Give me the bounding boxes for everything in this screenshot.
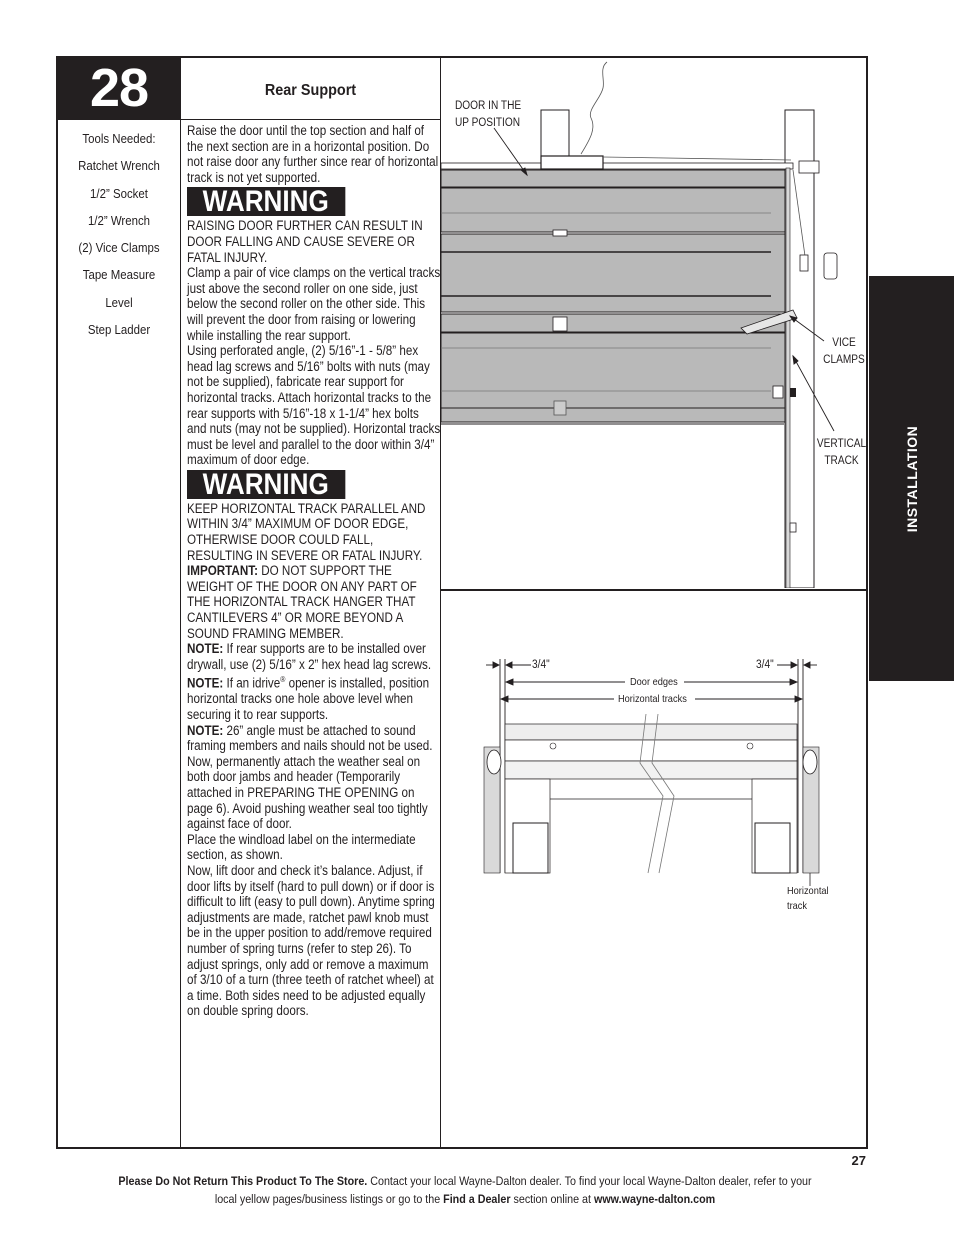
- door-up-illustration: [441, 61, 838, 588]
- warning-label-2: WARNING: [202, 467, 329, 501]
- spring-shaft: [441, 162, 794, 170]
- note-label: NOTE:: [187, 641, 224, 657]
- note-paragraph: NOTE: 26” angle must be attached to soun…: [187, 723, 441, 754]
- label-tag: [798, 160, 820, 174]
- hinge: [552, 229, 568, 237]
- intro-paragraph: Raise the door until the top section and…: [187, 123, 439, 185]
- track-bracket: [789, 522, 797, 533]
- tool-item: Step Ladder: [87, 322, 151, 338]
- bracket: [823, 252, 838, 280]
- step-number: 28: [58, 58, 180, 119]
- dim-label-left: 3/4": [532, 659, 550, 671]
- tool-item: Ratchet Wrench: [78, 158, 160, 174]
- tool-item: (2) Vice Clamps: [78, 240, 160, 256]
- find-dealer-text: Find a Dealer: [443, 1192, 511, 1206]
- warning-banner-2: WARNING: [187, 467, 346, 501]
- track-bracket: [790, 388, 796, 397]
- warning-text-1: RAISING DOOR FURTHER CAN RESULT IN DOOR …: [187, 218, 423, 265]
- tools-heading: Tools Needed:: [82, 131, 156, 146]
- cable: [602, 156, 792, 161]
- label-vice-clamps: VICE CLAMPS: [823, 337, 865, 366]
- important-paragraph: IMPORTANT: DO NOT SUPPORT THE WEIGHT OF …: [187, 563, 441, 641]
- opener-cord: [580, 61, 608, 155]
- cable-drum: [799, 254, 809, 272]
- door-section: [441, 233, 786, 313]
- tool-item: 1/2” Wrench: [87, 212, 151, 228]
- section-tab-label: INSTALLATION: [903, 425, 920, 532]
- important-label: IMPORTANT:: [187, 563, 258, 579]
- header-divider: [57, 119, 441, 120]
- horizontal-tracks-label: Horizontal tracks: [618, 693, 687, 705]
- note-text: If an idrive: [223, 675, 281, 691]
- note-paragraph: NOTE: If an idrive® opener is installed,…: [187, 672, 441, 722]
- door-section: [441, 187, 786, 233]
- weather-seal-paragraph: Now, permanently attach the weather seal…: [187, 753, 428, 832]
- warning-text-2: KEEP HORIZONTAL TRACK PARALLEL AND WITHI…: [187, 500, 426, 563]
- clamp-paragraph: Clamp a pair of vice clamps on the verti…: [187, 265, 441, 343]
- roller: [486, 749, 502, 775]
- note-label: NOTE:: [187, 722, 224, 738]
- label-door-up-position: DOOR IN THE UP POSITION: [455, 100, 522, 129]
- windload-label: [772, 385, 784, 399]
- footer: Please Do Not Return This Product To The…: [60, 1172, 870, 1208]
- footer-text: section online at: [510, 1192, 594, 1206]
- door-section: [441, 313, 786, 333]
- tool-item: Tape Measure: [82, 267, 156, 283]
- balance-paragraph: Now, lift door and check it’s balance. A…: [187, 863, 435, 1019]
- hinge: [553, 400, 567, 416]
- door-section: [441, 332, 786, 409]
- warning-label-1: WARNING: [202, 185, 329, 219]
- opener-unit: [540, 155, 604, 170]
- website-link[interactable]: www.wayne-dalton.com: [594, 1192, 715, 1206]
- label-vertical-track: VERTICAL TRACK: [816, 438, 867, 467]
- tool-item: 1/2” Socket: [90, 185, 148, 201]
- vertical-track: [785, 167, 791, 588]
- footer-bold-notice: Please Do Not Return This Product To The…: [118, 1174, 368, 1188]
- instructions: Raise the door until the top section and…: [187, 123, 441, 1019]
- dim-label-right: 3/4": [756, 659, 774, 671]
- roller: [802, 749, 818, 775]
- windload-paragraph: Place the windload label on the intermed…: [187, 831, 416, 863]
- step-title: Rear Support: [264, 82, 357, 99]
- hinge: [552, 316, 568, 332]
- note-paragraph: NOTE: If rear supports are to be install…: [187, 641, 441, 672]
- door-edges-label: Door edges: [630, 676, 678, 688]
- tool-item: Level: [105, 294, 133, 310]
- note-text: 26” angle must be attached to sound fram…: [187, 722, 433, 754]
- warning-banner-1: WARNING: [187, 185, 346, 219]
- column-divider-1: [180, 57, 181, 1148]
- horizontal-track-callout: Horizontal track: [787, 885, 829, 912]
- section-tab: INSTALLATION: [869, 276, 954, 681]
- page-number: 27: [851, 1153, 866, 1168]
- door-top-section: [441, 169, 786, 188]
- note-text: If rear supports are to be installed ove…: [187, 641, 432, 672]
- note-label: NOTE:: [187, 675, 224, 691]
- track-alignment-illustration: [483, 659, 820, 886]
- tools-list: Tools Needed: Ratchet Wrench 1/2” Socket…: [58, 128, 180, 346]
- fabricate-paragraph: Using perforated angle, (2) 5/16”-1 - 5/…: [187, 343, 441, 468]
- door-top-edge: [504, 723, 798, 741]
